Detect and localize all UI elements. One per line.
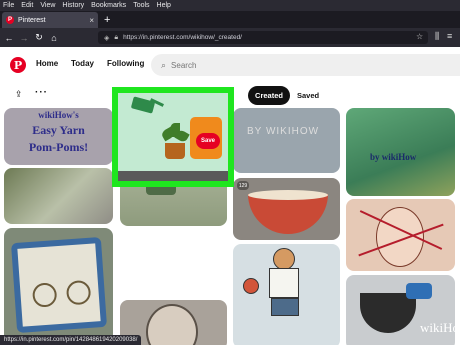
face-illustration [146,304,198,345]
menu-hamburger-icon[interactable]: ≡ [447,31,452,41]
menu-edit[interactable]: Edit [21,2,33,9]
browser-menubar: File Edit View History Bookmarks Tools H… [0,0,460,11]
menu-tools[interactable]: Tools [133,2,149,9]
pin-hair-styling[interactable] [346,199,455,271]
kid-body [269,268,299,298]
basketball-icon [243,278,259,294]
back-arrow-icon[interactable]: ← [3,33,15,43]
pin-text-line3: Pom-Poms! [28,140,89,154]
library-icon[interactable]: ⫼ [435,31,439,42]
search-placeholder: Search [171,60,197,70]
bowl-image [248,194,328,234]
menu-view[interactable]: View [40,2,55,9]
new-tab-button[interactable]: + [104,12,110,28]
more-options-icon[interactable]: ··· [35,87,48,98]
close-tab-icon[interactable]: × [89,16,94,25]
pin-basketball-kid[interactable] [233,244,340,345]
tab-saved[interactable]: Saved [297,91,319,100]
plant-pot [165,143,185,159]
save-button[interactable]: Save [196,133,220,149]
status-bar-url: https://in.pinterest.com/pin/14284861942… [0,335,142,345]
search-icon: ⌕ [161,59,167,70]
reload-icon[interactable]: ↻ [33,32,45,43]
tab-title: Pinterest [18,16,46,24]
menu-history[interactable]: History [62,2,84,9]
repin-count-badge: 129 [237,181,249,190]
cauldron-image [360,293,416,333]
shelf [118,171,228,181]
tab-bar: P Pinterest × + [0,11,460,28]
nav-today[interactable]: Today [71,59,94,68]
tab-pinterest[interactable]: P Pinterest × [2,12,98,28]
shield-icon[interactable]: ◈ [104,34,109,42]
pin-faded-caption: BY WIKIHOW [247,126,320,137]
tablet-screen [10,236,108,334]
share-icon[interactable]: ⇪ [15,89,23,100]
pin-text-line1: wikiHow's [38,110,79,120]
menu-file[interactable]: File [3,2,14,9]
tab-created[interactable]: Created [248,86,290,105]
pin-plant-hands[interactable] [4,168,113,224]
wheel-icon [31,282,58,308]
pin-tablet-drawing[interactable] [4,228,113,345]
menu-help[interactable]: Help [157,2,171,9]
pin-by-wikihow-faded[interactable]: BY WIKIHOW [233,108,340,173]
home-icon[interactable]: ⌂ [48,33,60,43]
kid-head [273,248,295,270]
pin-by-wikihow-green[interactable]: by wikiHow [346,108,455,196]
pin-caption: by wikiHow [370,152,417,162]
forward-arrow-icon[interactable]: → [18,33,30,43]
lock-icon[interactable]: 🔒︎ [114,34,118,42]
navigation-bar: ← → ↻ ⌂ ◈ 🔒︎ https://in.pinterest.com/wi… [0,28,460,47]
bowl-cream [248,190,328,200]
pinterest-favicon-icon: P [6,16,14,24]
pinterest-logo-icon[interactable]: P [10,57,26,73]
menu-bookmarks[interactable]: Bookmarks [91,2,126,9]
wikihow-watermark: wikiHow [420,320,460,335]
pinterest-header: P Home Today Following ⌕ Search [0,47,460,83]
nav-following[interactable]: Following [107,59,144,68]
url-text: https://in.pinterest.com/wikihow/_create… [123,34,242,41]
search-input[interactable]: ⌕ Search [151,54,460,76]
blue-arrow-icon [406,283,432,299]
pin-text-line2: Easy Yarn [32,123,85,137]
nav-home[interactable]: Home [36,59,58,68]
pin-bowl[interactable] [233,178,340,240]
wheel-icon [65,279,92,306]
kid-legs [271,298,299,316]
address-bar[interactable]: ◈ 🔒︎ https://in.pinterest.com/wikihow/_c… [98,31,428,44]
bookmark-star-icon[interactable]: ☆ [416,32,423,41]
leaf-icon [174,128,190,144]
pin-yarn-pompoms[interactable]: wikiHow's Easy Yarn Pom-Poms! [4,108,113,165]
